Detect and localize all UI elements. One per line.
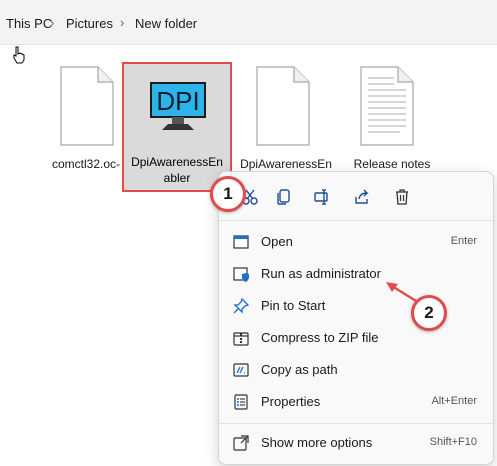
- dpi-icon-text: DPI: [156, 86, 199, 116]
- properties-icon: [234, 394, 248, 410]
- blank-file-icon: [256, 66, 310, 146]
- context-menu: Open Enter Run as administrator Pin to S…: [218, 171, 494, 465]
- dpi-monitor-icon: DPI: [150, 82, 206, 130]
- file-name-line1: DpiAwarenessEn: [131, 155, 223, 169]
- copy-icon[interactable]: [275, 188, 293, 206]
- breadcrumb-this-pc[interactable]: This PC: [6, 16, 52, 31]
- menu-item-run-as-administrator[interactable]: Run as administrator: [223, 259, 489, 289]
- rename-icon[interactable]: [313, 188, 331, 206]
- file-name: DpiAwarenessEn: [240, 157, 332, 171]
- menu-item-properties[interactable]: Properties Alt+Enter: [223, 387, 489, 417]
- menu-separator: [219, 423, 493, 424]
- file-item[interactable]: Release notes: [346, 64, 438, 184]
- file-item-selected[interactable]: DPI DpiAwarenessEn abler: [122, 62, 232, 192]
- share-icon[interactable]: [353, 188, 371, 206]
- breadcrumb-pictures[interactable]: Pictures: [66, 16, 113, 31]
- pin-icon: [233, 298, 249, 314]
- file-name: comctl32.oc-: [51, 157, 121, 171]
- annotation-badge-1: 1: [210, 176, 246, 212]
- file-name: Release notes: [353, 157, 431, 171]
- hand-cursor-icon: [13, 46, 25, 64]
- menu-item-label: Open: [261, 234, 293, 249]
- annotation-badge-2: 2: [411, 295, 447, 331]
- menu-item-label: Run as administrator: [261, 266, 381, 281]
- shield-window-icon: [233, 267, 249, 282]
- delete-icon[interactable]: [393, 188, 411, 206]
- more-options-icon: [233, 435, 249, 451]
- file-item[interactable]: DpiAwarenessEn: [240, 64, 332, 184]
- chevron-right-icon: ›: [120, 15, 125, 30]
- file-item[interactable]: comctl32.oc-: [40, 64, 132, 184]
- blank-file-icon: [60, 66, 114, 146]
- context-menu-toolbar: [219, 172, 493, 221]
- open-window-icon: [233, 235, 249, 249]
- breadcrumb-new-folder[interactable]: New folder: [135, 16, 197, 31]
- menu-item-pin-to-start[interactable]: Pin to Start: [223, 291, 489, 321]
- menu-item-label: Copy as path: [261, 362, 338, 377]
- menu-item-copy-as-path[interactable]: Copy as path: [223, 355, 489, 385]
- menu-item-label: Compress to ZIP file: [261, 330, 379, 345]
- path-icon: [233, 363, 249, 377]
- menu-item-open[interactable]: Open Enter: [223, 227, 489, 257]
- menu-item-shortcut: Alt+Enter: [431, 395, 477, 407]
- address-bar[interactable]: This PC › Pictures › New folder: [0, 0, 497, 45]
- menu-item-shortcut: Shift+F10: [429, 436, 477, 448]
- menu-item-compress-zip[interactable]: Compress to ZIP file: [223, 323, 489, 353]
- menu-item-show-more-options[interactable]: Show more options Shift+F10: [223, 428, 489, 458]
- zip-icon: [233, 332, 249, 346]
- chevron-right-icon: ›: [50, 15, 55, 30]
- menu-item-label: Pin to Start: [261, 298, 326, 313]
- menu-item-label: Properties: [261, 394, 321, 409]
- text-document-icon: [360, 66, 414, 146]
- menu-item-label: Show more options: [261, 435, 373, 450]
- menu-item-shortcut: Enter: [450, 235, 477, 247]
